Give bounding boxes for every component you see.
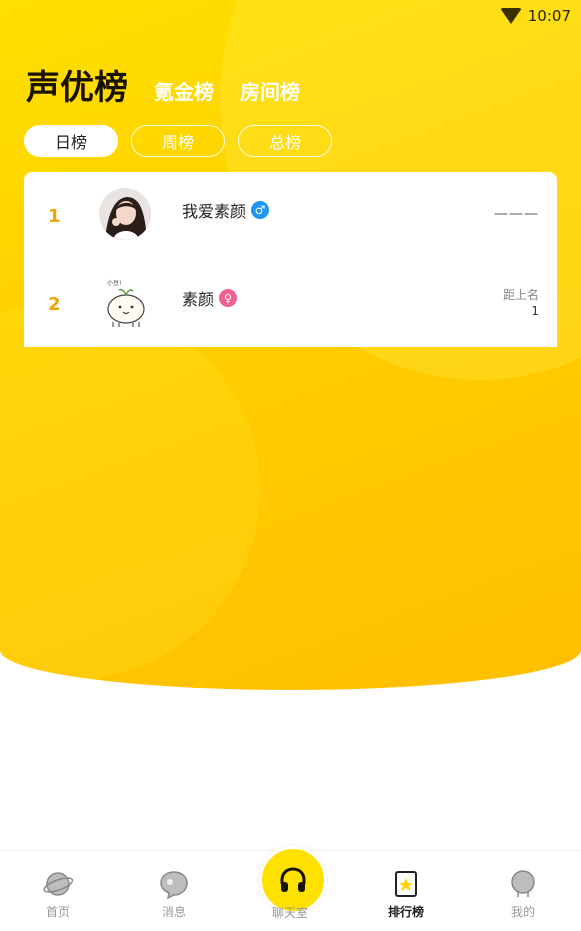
headphones-icon — [280, 867, 306, 892]
svg-text:小豆!: 小豆! — [107, 279, 121, 287]
tab-messages[interactable]: 消息 — [116, 851, 232, 931]
period-total-button[interactable]: 总榜 — [238, 125, 332, 157]
tab-label: 消息 — [161, 905, 186, 919]
tab-chatroom-label: 聊天室 — [271, 906, 308, 920]
female-icon: ♀ — [219, 289, 238, 307]
rank-gap-value: 1 — [531, 304, 539, 318]
status-bar: 10:07 — [499, 5, 571, 27]
decor-circle — [0, 300, 260, 680]
ranking-list: 1 我爱素颜 ♂ ——— 2 小豆! 素颜 ♀ 距上名 1 — [24, 172, 557, 347]
tab-spending-ranking[interactable]: 氪金榜 — [154, 76, 214, 105]
male-icon: ♂ — [251, 201, 270, 219]
user-icon — [508, 869, 538, 899]
wifi-icon — [499, 8, 522, 24]
rank-number: 2 — [48, 293, 61, 315]
list-item[interactable]: 2 小豆! 素颜 ♀ 距上名 1 — [24, 260, 557, 348]
rank-gap-label: 距上名 — [502, 288, 539, 302]
status-time: 10:07 — [527, 7, 571, 25]
period-selector: 日榜 周榜 总榜 — [24, 125, 332, 157]
tab-home[interactable]: 首页 — [0, 851, 116, 931]
list-item[interactable]: 1 我爱素颜 ♂ ——— — [24, 172, 557, 260]
tab-label: 首页 — [45, 905, 70, 919]
avatar[interactable] — [99, 188, 151, 240]
planet-icon — [43, 869, 73, 899]
tab-ranking[interactable]: 排行榜 — [348, 851, 464, 931]
message-bubble-icon — [159, 869, 189, 899]
ranking-type-tabs: 声优榜 氪金榜 房间榜 — [26, 60, 300, 109]
user-name: 素颜 ♀ — [182, 286, 238, 310]
ranking-star-icon — [391, 869, 421, 899]
user-name: 我爱素颜 ♂ — [182, 198, 270, 222]
rank-gap: 距上名 1 — [503, 287, 539, 319]
tab-profile[interactable]: 我的 — [465, 851, 581, 931]
tab-label: 排行榜 — [387, 905, 424, 919]
tab-room-ranking[interactable]: 房间榜 — [240, 76, 300, 105]
avatar[interactable]: 小豆! — [99, 276, 151, 328]
tab-voice-actor-ranking[interactable]: 声优榜 — [26, 60, 128, 109]
period-daily-button[interactable]: 日榜 — [24, 125, 118, 157]
rank-number: 1 — [48, 205, 61, 227]
rank-gap-value: ——— — [494, 206, 539, 222]
period-weekly-button[interactable]: 周榜 — [131, 125, 225, 157]
tab-label: 我的 — [510, 905, 535, 919]
